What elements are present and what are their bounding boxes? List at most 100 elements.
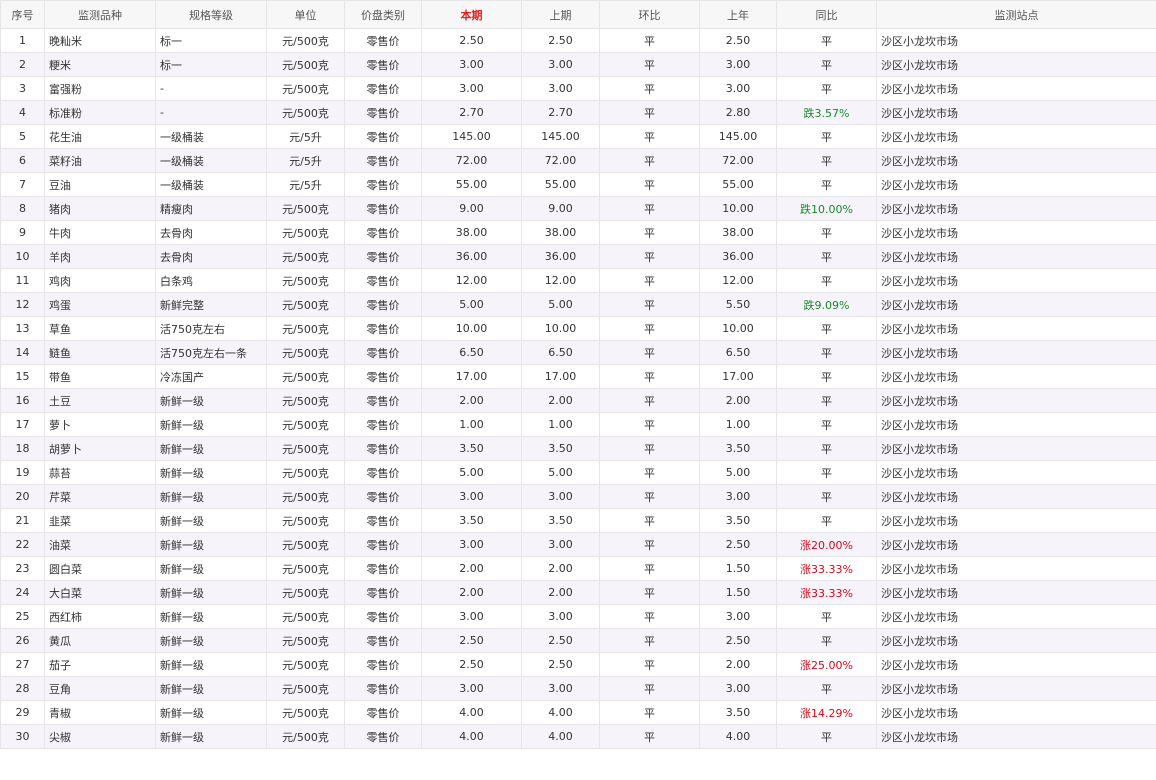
cell-variety: 富强粉 bbox=[44, 76, 156, 101]
cell-yoy: 跌9.09% bbox=[776, 292, 877, 317]
cell-yoy: 涨33.33% bbox=[776, 580, 877, 605]
cell-seq: 2 bbox=[0, 52, 45, 77]
cell-variety: 茄子 bbox=[44, 652, 156, 677]
cell-spec: 新鲜一级 bbox=[155, 604, 267, 629]
cell-unit: 元/500克 bbox=[266, 484, 345, 509]
header-row: 序号 监测品种 规格等级 单位 价盘类别 本期 上期 环比 上年 同比 监测站点 bbox=[0, 0, 1156, 29]
cell-spec: 标一 bbox=[155, 28, 267, 53]
table-row: 18 胡萝卜 新鲜一级 元/500克 零售价 3.50 3.50 平 3.50 平沙区小龙坎市场 bbox=[0, 436, 1156, 461]
cell-mom: 平 bbox=[599, 604, 700, 629]
cell-variety: 青椒 bbox=[44, 700, 156, 725]
cell-price-type: 零售价 bbox=[344, 148, 422, 173]
cell-unit: 元/500克 bbox=[266, 364, 345, 389]
cell-previous: 38.00 bbox=[521, 220, 600, 245]
cell-last-year: 3.00 bbox=[699, 52, 777, 77]
cell-yoy: 平 bbox=[776, 412, 877, 437]
cell-current: 2.00 bbox=[421, 556, 522, 581]
cell-spec: 新鲜一级 bbox=[155, 460, 267, 485]
cell-seq: 26 bbox=[0, 628, 45, 653]
cell-unit: 元/500克 bbox=[266, 316, 345, 341]
cell-previous: 17.00 bbox=[521, 364, 600, 389]
cell-mom: 平 bbox=[599, 220, 700, 245]
cell-unit: 元/500克 bbox=[266, 292, 345, 317]
table-row: 22 油菜 新鲜一级 元/500克 零售价 3.00 3.00 平 2.50 涨20.00% 沙区小… bbox=[0, 532, 1156, 557]
table-row: 1 晚籼米 标一 元/500克 零售价 2.50 2.50 平 2.50 平沙区小龙坎市场 bbox=[0, 28, 1156, 53]
column-header-unit: 单位 bbox=[266, 0, 345, 29]
table-row: 24 大白菜 新鲜一级 元/500克 零售价 2.00 2.00 平 1.50 涨33.33% 沙区… bbox=[0, 580, 1156, 605]
cell-variety: 芹菜 bbox=[44, 484, 156, 509]
column-header-yoy: 同比 bbox=[776, 0, 877, 29]
cell-seq: 9 bbox=[0, 220, 45, 245]
cell-seq: 20 bbox=[0, 484, 45, 509]
cell-seq: 13 bbox=[0, 316, 45, 341]
cell-yoy: 平 bbox=[776, 244, 877, 269]
table-row: 19 蒜苔 新鲜一级 元/500克 零售价 5.00 5.00 平 5.00 平沙区小龙坎市场 bbox=[0, 460, 1156, 485]
cell-variety: 花生油 bbox=[44, 124, 156, 149]
cell-last-year: 3.50 bbox=[699, 436, 777, 461]
cell-price-type: 零售价 bbox=[344, 100, 422, 125]
cell-unit: 元/500克 bbox=[266, 196, 345, 221]
cell-yoy: 平 bbox=[776, 628, 877, 653]
cell-previous: 2.70 bbox=[521, 100, 600, 125]
cell-station: 沙区小龙坎市场 bbox=[876, 580, 1156, 605]
cell-price-type: 零售价 bbox=[344, 508, 422, 533]
cell-last-year: 17.00 bbox=[699, 364, 777, 389]
cell-mom: 平 bbox=[599, 364, 700, 389]
cell-unit: 元/500克 bbox=[266, 628, 345, 653]
cell-price-type: 零售价 bbox=[344, 52, 422, 77]
cell-yoy: 涨20.00% bbox=[776, 532, 877, 557]
cell-variety: 豆角 bbox=[44, 676, 156, 701]
cell-yoy: 平 bbox=[776, 124, 877, 149]
cell-current: 4.00 bbox=[421, 724, 522, 749]
cell-last-year: 72.00 bbox=[699, 148, 777, 173]
column-header-current: 本期 bbox=[421, 0, 522, 29]
table-row: 30 尖椒 新鲜一级 元/500克 零售价 4.00 4.00 平 4.00 平沙区小龙坎市场 bbox=[0, 724, 1156, 749]
cell-variety: 豆油 bbox=[44, 172, 156, 197]
cell-unit: 元/5升 bbox=[266, 172, 345, 197]
cell-variety: 西红柿 bbox=[44, 604, 156, 629]
cell-current: 2.50 bbox=[421, 652, 522, 677]
cell-station: 沙区小龙坎市场 bbox=[876, 340, 1156, 365]
column-header-station: 监测站点 bbox=[876, 0, 1156, 29]
cell-previous: 3.00 bbox=[521, 484, 600, 509]
table-row: 21 韭菜 新鲜一级 元/500克 零售价 3.50 3.50 平 3.50 平沙区小龙坎市场 bbox=[0, 508, 1156, 533]
cell-last-year: 2.00 bbox=[699, 652, 777, 677]
cell-price-type: 零售价 bbox=[344, 196, 422, 221]
cell-current: 17.00 bbox=[421, 364, 522, 389]
cell-yoy: 平 bbox=[776, 460, 877, 485]
cell-station: 沙区小龙坎市场 bbox=[876, 364, 1156, 389]
cell-variety: 韭菜 bbox=[44, 508, 156, 533]
cell-spec: 新鲜一级 bbox=[155, 724, 267, 749]
cell-yoy: 平 bbox=[776, 316, 877, 341]
cell-mom: 平 bbox=[599, 100, 700, 125]
cell-last-year: 145.00 bbox=[699, 124, 777, 149]
cell-yoy: 平 bbox=[776, 604, 877, 629]
cell-station: 沙区小龙坎市场 bbox=[876, 652, 1156, 677]
cell-station: 沙区小龙坎市场 bbox=[876, 244, 1156, 269]
cell-last-year: 2.50 bbox=[699, 28, 777, 53]
table-row: 13 草鱼 活750克左右 元/500克 零售价 10.00 10.00 平 10.00 平沙区小… bbox=[0, 316, 1156, 341]
cell-spec: 新鲜一级 bbox=[155, 388, 267, 413]
cell-variety: 草鱼 bbox=[44, 316, 156, 341]
cell-previous: 2.50 bbox=[521, 652, 600, 677]
cell-unit: 元/500克 bbox=[266, 436, 345, 461]
cell-spec: 新鲜完整 bbox=[155, 292, 267, 317]
cell-variety: 带鱼 bbox=[44, 364, 156, 389]
cell-previous: 2.50 bbox=[521, 628, 600, 653]
cell-yoy: 平 bbox=[776, 724, 877, 749]
cell-unit: 元/500克 bbox=[266, 676, 345, 701]
cell-station: 沙区小龙坎市场 bbox=[876, 52, 1156, 77]
cell-last-year: 12.00 bbox=[699, 268, 777, 293]
cell-spec: 精瘦肉 bbox=[155, 196, 267, 221]
cell-yoy: 平 bbox=[776, 172, 877, 197]
cell-mom: 平 bbox=[599, 556, 700, 581]
cell-price-type: 零售价 bbox=[344, 724, 422, 749]
table-row: 23 圆白菜 新鲜一级 元/500克 零售价 2.00 2.00 平 1.50 涨33.33% 沙区… bbox=[0, 556, 1156, 581]
cell-spec: 新鲜一级 bbox=[155, 412, 267, 437]
cell-price-type: 零售价 bbox=[344, 628, 422, 653]
cell-seq: 10 bbox=[0, 244, 45, 269]
cell-unit: 元/500克 bbox=[266, 28, 345, 53]
cell-yoy: 涨14.29% bbox=[776, 700, 877, 725]
cell-previous: 2.00 bbox=[521, 388, 600, 413]
cell-current: 9.00 bbox=[421, 196, 522, 221]
